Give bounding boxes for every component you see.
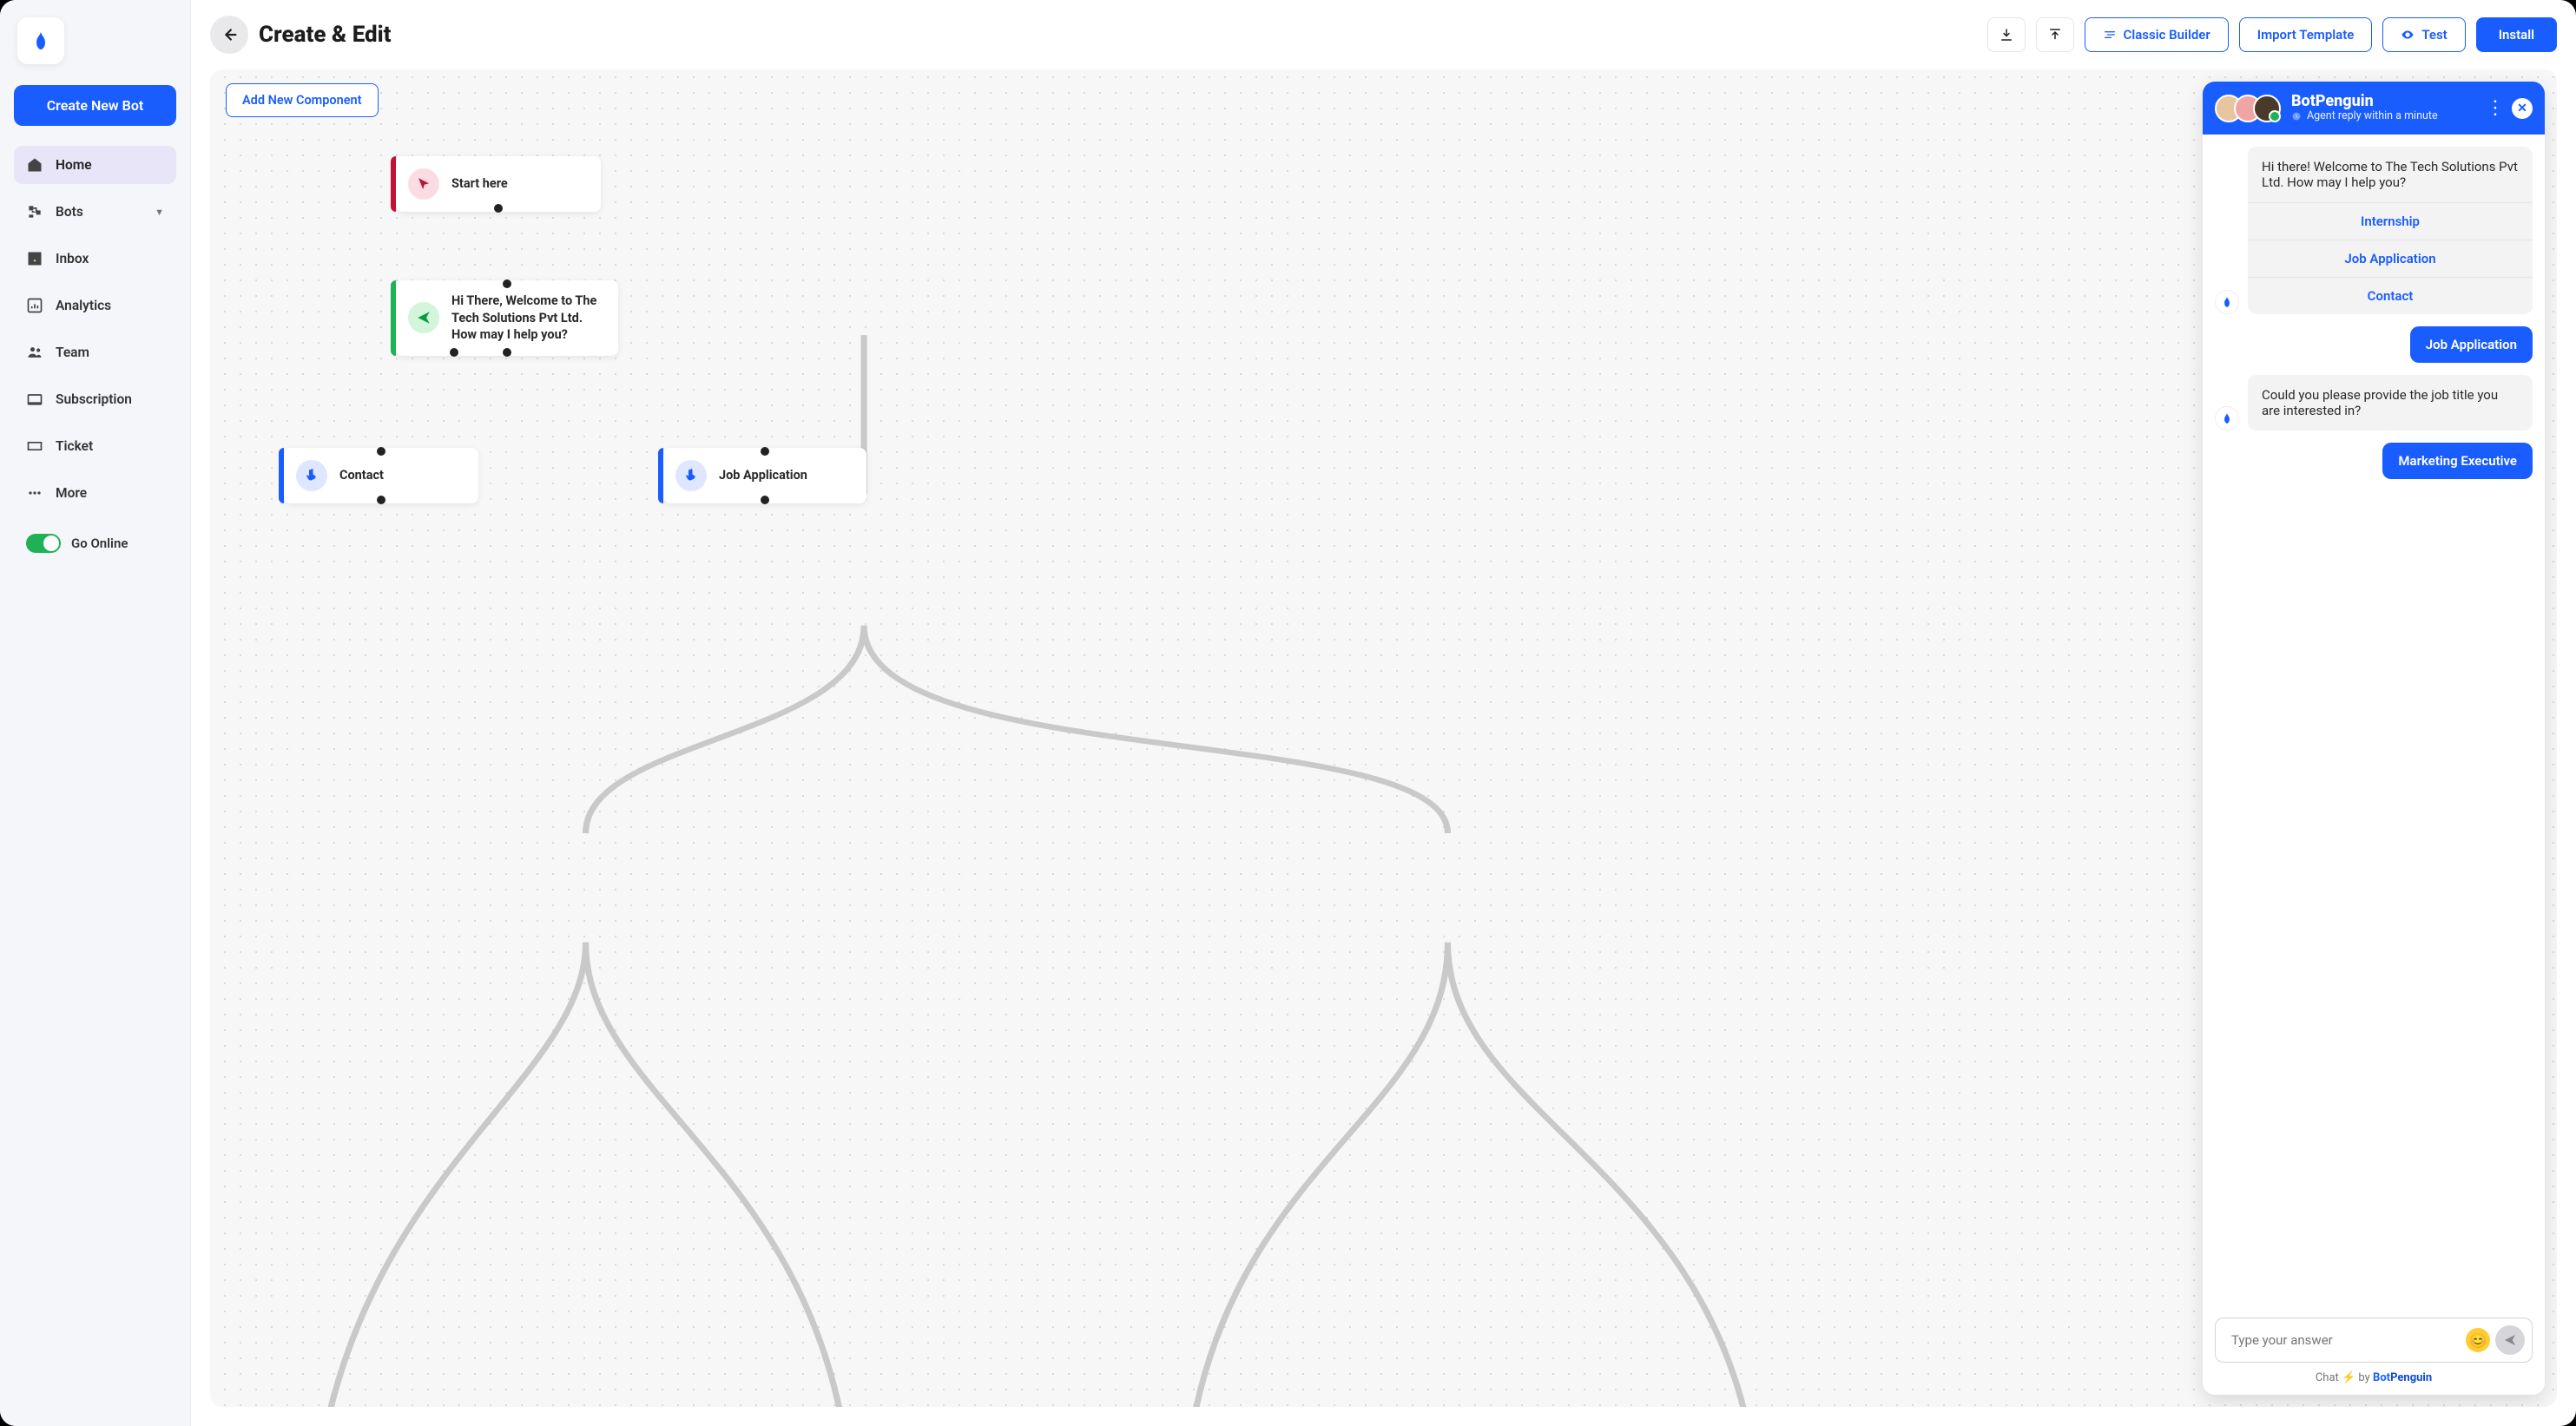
node-port[interactable] bbox=[494, 204, 503, 213]
eye-icon bbox=[2401, 28, 2415, 42]
chat-title: BotPenguin bbox=[2291, 94, 2438, 109]
sidebar-item-more[interactable]: More bbox=[14, 474, 176, 512]
chat-close-button[interactable]: ✕ bbox=[2512, 98, 2533, 119]
chat-option-contact[interactable]: Contact bbox=[2248, 277, 2533, 314]
node-label: Start here bbox=[451, 175, 508, 193]
upload-icon bbox=[2047, 27, 2063, 43]
install-button[interactable]: Install bbox=[2476, 17, 2557, 52]
send-icon bbox=[2503, 1333, 2517, 1347]
test-label: Test bbox=[2421, 27, 2447, 43]
sidebar-item-label: Analytics bbox=[56, 298, 111, 313]
chat-option-internship[interactable]: Internship bbox=[2248, 202, 2533, 240]
chat-footer: Chat ⚡ by BotPenguin bbox=[2203, 1363, 2545, 1395]
go-online-toggle-row: Go Online bbox=[14, 525, 176, 562]
test-button[interactable]: Test bbox=[2382, 17, 2465, 52]
chat-body: Hi there! Welcome to The Tech Solutions … bbox=[2203, 135, 2545, 1311]
chat-input[interactable] bbox=[2230, 1331, 2466, 1349]
chat-input-row: 😊 bbox=[2215, 1318, 2533, 1363]
sidebar-item-home[interactable]: Home bbox=[14, 146, 176, 184]
download-button[interactable] bbox=[1987, 17, 2026, 52]
more-icon bbox=[26, 484, 43, 502]
node-welcome[interactable]: Hi There, Welcome to The Tech Solutions … bbox=[396, 280, 618, 356]
sidebar-item-team[interactable]: Team bbox=[14, 333, 176, 371]
node-port[interactable] bbox=[503, 348, 511, 357]
sidebar-item-label: Subscription bbox=[56, 391, 132, 407]
node-start[interactable]: Start here bbox=[396, 156, 601, 212]
node-port[interactable] bbox=[377, 447, 385, 456]
main: Create & Edit Classic Builder Import Tem… bbox=[191, 0, 2576, 1426]
chat-preview-panel: BotPenguin Agent reply within a minute ⋮… bbox=[2203, 82, 2545, 1395]
import-template-label: Import Template bbox=[2257, 27, 2355, 43]
user-message: Marketing Executive bbox=[2382, 443, 2533, 479]
sidebar-item-label: Inbox bbox=[56, 251, 89, 266]
node-port[interactable] bbox=[503, 279, 511, 288]
inbox-icon bbox=[26, 250, 43, 267]
create-new-bot-button[interactable]: Create New Bot bbox=[14, 85, 176, 126]
toggle-label: Go Online bbox=[71, 536, 128, 551]
bot-message: Could you please provide the job title y… bbox=[2248, 375, 2533, 430]
clock-icon bbox=[2291, 111, 2302, 122]
chat-option-job-application[interactable]: Job Application bbox=[2248, 240, 2533, 277]
home-icon bbox=[26, 156, 43, 174]
tap-icon bbox=[296, 460, 327, 491]
app-logo bbox=[17, 17, 64, 64]
sidebar: Create New Bot Home Bots ▼ Inbox Analyti… bbox=[0, 0, 191, 1426]
sidebar-item-inbox[interactable]: Inbox bbox=[14, 240, 176, 278]
chevron-down-icon: ▼ bbox=[155, 207, 164, 218]
go-online-toggle[interactable] bbox=[26, 534, 61, 553]
subscription-icon bbox=[26, 391, 43, 408]
flow-canvas[interactable]: Add New Component Start here Hi There, W… bbox=[210, 69, 2557, 1407]
node-label: Job Application bbox=[719, 467, 807, 484]
toolbar: Create & Edit Classic Builder Import Tem… bbox=[191, 0, 2576, 66]
node-contact[interactable]: Contact bbox=[284, 448, 478, 503]
bot-avatar bbox=[2215, 290, 2239, 314]
arrow-left-icon bbox=[220, 25, 239, 44]
emoji-button[interactable]: 😊 bbox=[2466, 1328, 2490, 1352]
classic-builder-button[interactable]: Classic Builder bbox=[2085, 17, 2229, 52]
sidebar-item-analytics[interactable]: Analytics bbox=[14, 286, 176, 325]
add-new-component-button[interactable]: Add New Component bbox=[226, 83, 379, 117]
cursor-icon bbox=[408, 168, 439, 200]
send-icon bbox=[408, 302, 439, 333]
team-icon bbox=[26, 344, 43, 361]
node-port[interactable] bbox=[377, 496, 385, 504]
sidebar-item-bots[interactable]: Bots ▼ bbox=[14, 193, 176, 231]
sidebar-item-label: More bbox=[56, 485, 87, 501]
node-port[interactable] bbox=[450, 348, 458, 357]
bot-message: Hi there! Welcome to The Tech Solutions … bbox=[2248, 147, 2533, 202]
sidebar-item-label: Home bbox=[56, 157, 92, 173]
send-button[interactable] bbox=[2495, 1325, 2525, 1355]
download-icon bbox=[1999, 27, 2014, 43]
chat-header: BotPenguin Agent reply within a minute ⋮… bbox=[2203, 82, 2545, 135]
bolt-icon: ⚡ bbox=[2342, 1371, 2355, 1384]
classic-builder-label: Classic Builder bbox=[2124, 27, 2210, 43]
node-label: Hi There, Welcome to The Tech Solutions … bbox=[451, 292, 601, 344]
node-label: Contact bbox=[339, 467, 384, 484]
analytics-icon bbox=[26, 297, 43, 314]
sidebar-item-label: Bots bbox=[56, 204, 83, 220]
tap-icon bbox=[675, 460, 707, 491]
bots-icon bbox=[26, 203, 43, 220]
user-message: Job Application bbox=[2410, 326, 2533, 363]
bot-avatar bbox=[2215, 406, 2239, 430]
back-button[interactable] bbox=[210, 16, 248, 54]
upload-button[interactable] bbox=[2036, 17, 2074, 52]
node-port[interactable] bbox=[761, 447, 769, 456]
sidebar-item-label: Ticket bbox=[56, 438, 93, 454]
sidebar-item-ticket[interactable]: Ticket bbox=[14, 427, 176, 465]
import-template-button[interactable]: Import Template bbox=[2239, 17, 2373, 52]
node-job-application[interactable]: Job Application bbox=[663, 448, 866, 503]
penguin-icon bbox=[30, 30, 51, 51]
chat-subtitle: Agent reply within a minute bbox=[2291, 109, 2438, 122]
ticket-icon bbox=[26, 437, 43, 455]
page-title: Create & Edit bbox=[259, 22, 392, 48]
sidebar-item-subscription[interactable]: Subscription bbox=[14, 380, 176, 418]
node-port[interactable] bbox=[761, 496, 769, 504]
sidebar-item-label: Team bbox=[56, 345, 89, 360]
sliders-icon bbox=[2103, 28, 2117, 42]
agent-avatars bbox=[2215, 95, 2281, 122]
